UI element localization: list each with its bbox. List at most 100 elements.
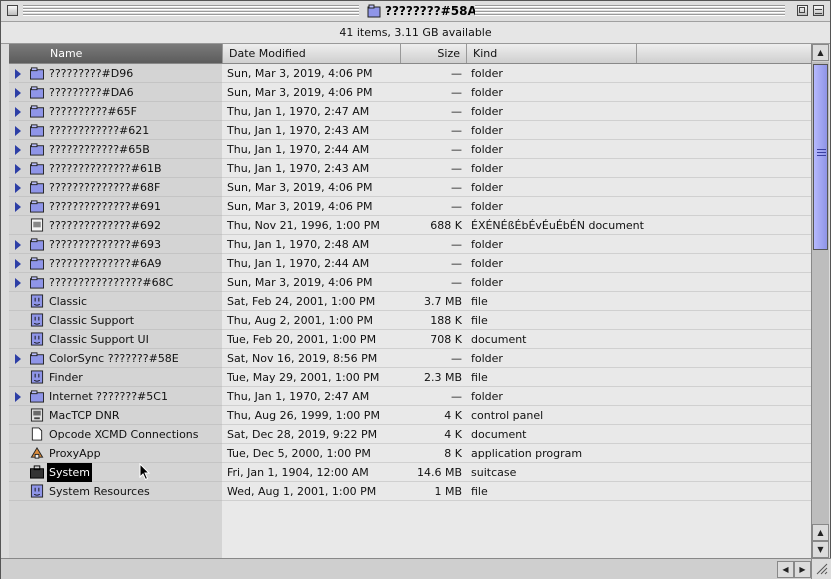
item-name[interactable]: ?????????#DA6: [49, 83, 134, 102]
mac-os-icon[interactable]: [29, 332, 45, 346]
item-name[interactable]: ????????????????#68C: [49, 273, 173, 292]
folder-icon[interactable]: [29, 161, 45, 175]
document-icon[interactable]: [29, 218, 45, 232]
folder-icon[interactable]: [29, 275, 45, 289]
list-item[interactable]: ColorSync ???????#58E Sat, Nov 16, 2019, …: [9, 349, 811, 368]
folder-icon[interactable]: [29, 389, 45, 403]
folder-icon[interactable]: [29, 66, 45, 80]
item-name[interactable]: Classic: [49, 292, 87, 311]
item-name[interactable]: ??????????????#691: [49, 197, 161, 216]
item-name[interactable]: ??????????????#61B: [49, 159, 162, 178]
item-name[interactable]: Finder: [49, 368, 83, 387]
item-name[interactable]: ColorSync ???????#58E: [49, 349, 179, 368]
list-item[interactable]: ProxyApp Tue, Dec 5, 2000, 1:00 PM 8 K appl…: [9, 444, 811, 463]
name-column-header[interactable]: Name: [9, 44, 223, 63]
list-item[interactable]: ?????????#DA6 Sun, Mar 3, 2019, 4:06 PM — f…: [9, 83, 811, 102]
scroll-up-button[interactable]: ▲: [812, 524, 829, 541]
item-name[interactable]: ??????????????#6A9: [49, 254, 161, 273]
folder-icon[interactable]: [29, 199, 45, 213]
scroll-thumb[interactable]: [813, 64, 828, 250]
item-name[interactable]: ProxyApp: [49, 444, 101, 463]
disclosure-triangle-icon[interactable]: [15, 202, 21, 212]
disclosure-triangle-icon[interactable]: [15, 240, 21, 250]
item-name[interactable]: Opcode XCMD Connections: [49, 425, 199, 444]
item-name[interactable]: ????????????#65B: [49, 140, 150, 159]
list-item[interactable]: ??????????#65F Thu, Jan 1, 1970, 2:47 AM —…: [9, 102, 811, 121]
finder-icon[interactable]: [29, 370, 45, 384]
folder-icon[interactable]: [29, 104, 45, 118]
mac-os-icon[interactable]: [29, 294, 45, 308]
item-name[interactable]: ?????????#D96: [49, 64, 133, 83]
item-name[interactable]: Classic Support: [49, 311, 134, 330]
list-item[interactable]: Classic Sat, Feb 24, 2001, 1:00 PM 3.7 MB f…: [9, 292, 811, 311]
folder-icon[interactable]: [29, 256, 45, 270]
mac-os-icon[interactable]: [29, 313, 45, 327]
mac-os-icon[interactable]: [29, 484, 45, 498]
title-bar[interactable]: ????????#58A: [1, 1, 830, 22]
list-item[interactable]: ????????????????#68C Sun, Mar 3, 2019, 4:…: [9, 273, 811, 292]
item-name[interactable]: System Resources: [49, 482, 150, 501]
item-name[interactable]: MacTCP DNR: [49, 406, 120, 425]
disclosure-triangle-icon[interactable]: [15, 69, 21, 79]
list-item[interactable]: ????????????#65B Thu, Jan 1, 1970, 2:44 A…: [9, 140, 811, 159]
zoom-box[interactable]: [797, 5, 808, 16]
vertical-scrollbar[interactable]: ▲ ▲ ▼: [811, 44, 829, 558]
folder-icon[interactable]: [29, 237, 45, 251]
kind-column-header[interactable]: Kind: [467, 44, 637, 63]
item-name[interactable]: Classic Support UI: [49, 330, 149, 349]
list-item[interactable]: Finder Tue, May 29, 2001, 1:00 PM 2.3 MB fi…: [9, 368, 811, 387]
list-item[interactable]: ??????????????#68F Sun, Mar 3, 2019, 4:06…: [9, 178, 811, 197]
size-column-header[interactable]: Size: [401, 44, 467, 63]
scroll-down-button[interactable]: ▼: [812, 541, 829, 558]
list-item[interactable]: Classic Support UI Tue, Feb 20, 2001, 1:0…: [9, 330, 811, 349]
disclosure-triangle-icon[interactable]: [15, 126, 21, 136]
item-name[interactable]: Internet ???????#5C1: [49, 387, 168, 406]
folder-icon[interactable]: [29, 142, 45, 156]
list-item[interactable]: ??????????????#693 Thu, Jan 1, 1970, 2:48…: [9, 235, 811, 254]
control-panel-icon[interactable]: [29, 408, 45, 422]
item-name[interactable]: ????????????#621: [49, 121, 149, 140]
disclosure-triangle-icon[interactable]: [15, 183, 21, 193]
list-item[interactable]: ????????????#621 Thu, Jan 1, 1970, 2:43 A…: [9, 121, 811, 140]
close-box[interactable]: [7, 5, 18, 16]
item-name[interactable]: ??????????????#693: [49, 235, 161, 254]
collapse-box[interactable]: [813, 5, 824, 16]
disclosure-triangle-icon[interactable]: [15, 278, 21, 288]
item-name[interactable]: ??????????????#68F: [49, 178, 160, 197]
folder-icon[interactable]: [29, 123, 45, 137]
list-item[interactable]: ??????????????#691 Sun, Mar 3, 2019, 4:06…: [9, 197, 811, 216]
disclosure-triangle-icon[interactable]: [15, 259, 21, 269]
date-column-header[interactable]: Date Modified: [223, 44, 401, 63]
disclosure-triangle-icon[interactable]: [15, 392, 21, 402]
sort-direction-button[interactable]: ▲: [812, 44, 829, 61]
list-item[interactable]: ??????????????#61B Thu, Jan 1, 1970, 2:43…: [9, 159, 811, 178]
suitcase-icon[interactable]: [29, 465, 45, 479]
application-icon[interactable]: [29, 446, 45, 460]
list-item[interactable]: MacTCP DNR Thu, Aug 26, 1999, 1:00 PM 4 K c…: [9, 406, 811, 425]
scroll-left-button[interactable]: ◀: [777, 561, 794, 578]
list-item[interactable]: ??????????????#6A9 Thu, Jan 1, 1970, 2:44…: [9, 254, 811, 273]
item-name[interactable]: ??????????????#692: [49, 216, 161, 235]
item-name[interactable]: System: [47, 463, 93, 482]
disclosure-triangle-icon[interactable]: [15, 354, 21, 364]
list-item[interactable]: Classic Support Thu, Aug 2, 2001, 1:00 PM…: [9, 311, 811, 330]
list-item[interactable]: Opcode XCMD Connections Sat, Dec 28, 2019…: [9, 425, 811, 444]
blank-document-icon[interactable]: [29, 427, 45, 441]
disclosure-triangle-icon[interactable]: [15, 88, 21, 98]
disclosure-triangle-icon[interactable]: [15, 107, 21, 117]
folder-icon[interactable]: [29, 180, 45, 194]
scroll-track[interactable]: [812, 62, 829, 540]
list-item[interactable]: ?????????#D96 Sun, Mar 3, 2019, 4:06 PM — f…: [9, 64, 811, 83]
horizontal-scrollbar[interactable]: ◀ ▶: [1, 558, 811, 579]
disclosure-triangle-icon[interactable]: [15, 145, 21, 155]
disclosure-triangle-icon[interactable]: [15, 164, 21, 174]
folder-icon[interactable]: [29, 85, 45, 99]
list-item[interactable]: System Resources Wed, Aug 1, 2001, 1:00 P…: [9, 482, 811, 501]
list-item[interactable]: System Fri, Jan 1, 1904, 12:00 AM 14.6 MB s…: [9, 463, 811, 482]
resize-grow-box[interactable]: [811, 558, 831, 579]
folder-icon[interactable]: [29, 351, 45, 365]
scroll-right-button[interactable]: ▶: [794, 561, 811, 578]
list-item[interactable]: ??????????????#692 Thu, Nov 21, 1996, 1:0…: [9, 216, 811, 235]
list-item[interactable]: Internet ???????#5C1 Thu, Jan 1, 1970, 2:…: [9, 387, 811, 406]
item-name[interactable]: ??????????#65F: [49, 102, 137, 121]
